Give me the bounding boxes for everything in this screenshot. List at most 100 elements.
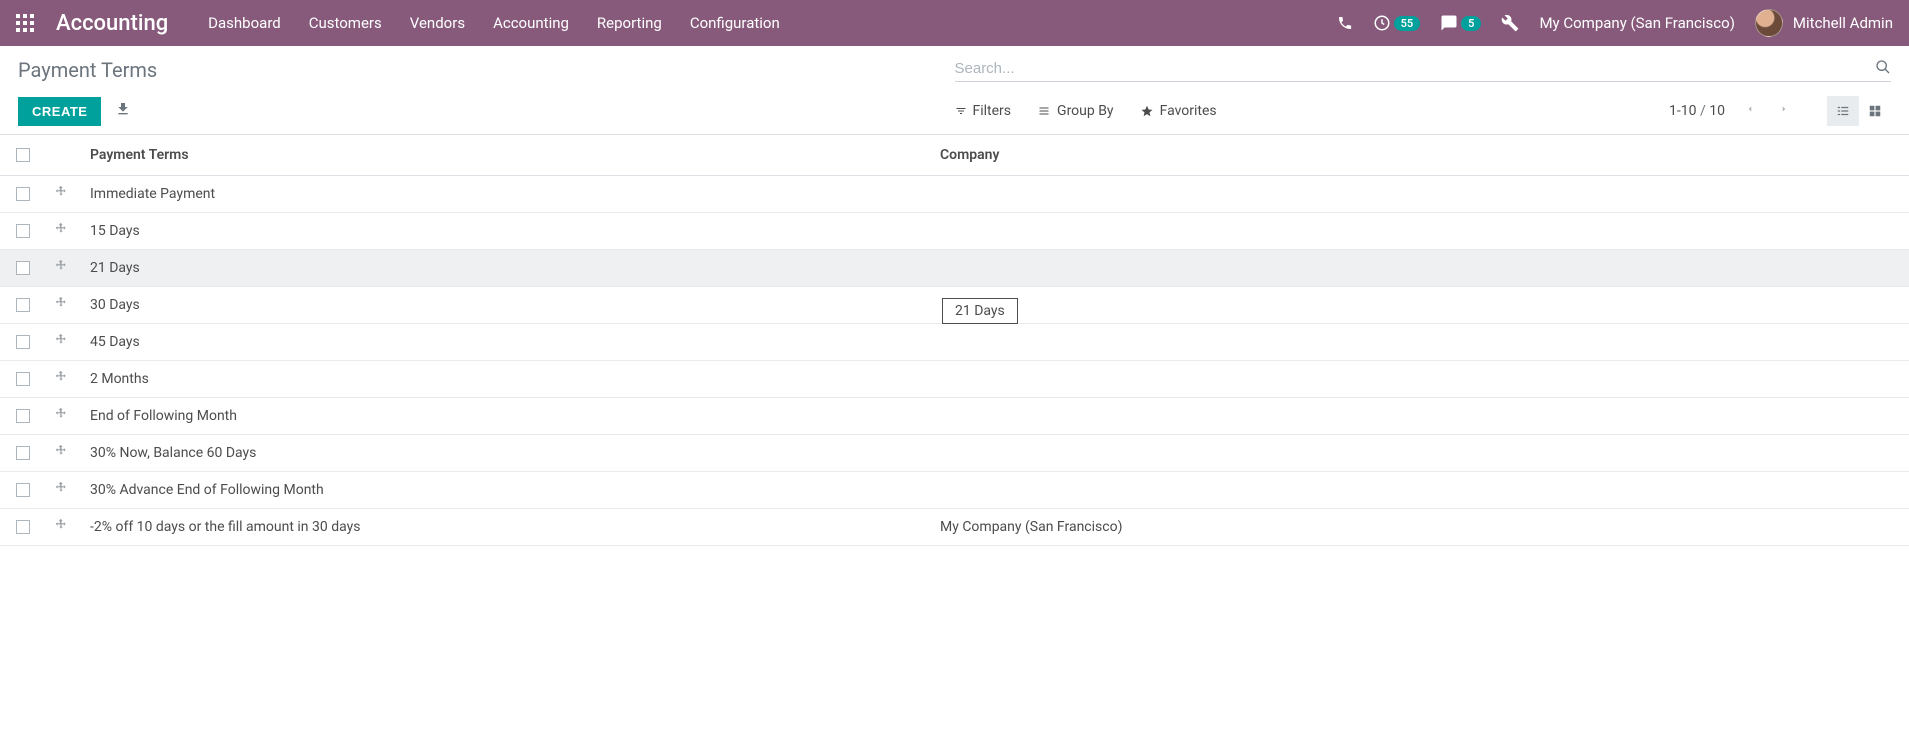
cell-name: 30% Now, Balance 60 Days <box>82 435 932 472</box>
debug-icon[interactable] <box>1501 14 1519 32</box>
nav-configuration[interactable]: Configuration <box>690 14 780 32</box>
nav-accounting[interactable]: Accounting <box>493 14 569 32</box>
drag-handle-icon[interactable] <box>54 372 68 388</box>
pager-sep: / <box>1700 103 1706 119</box>
cell-name: 30% Advance End of Following Month <box>82 472 932 509</box>
table-row[interactable]: 30% Now, Balance 60 Days <box>0 435 1909 472</box>
table-row[interactable]: End of Following Month <box>0 398 1909 435</box>
activity-icon[interactable]: 55 <box>1373 14 1421 32</box>
cell-company <box>932 324 1909 361</box>
groupby-button[interactable]: Group By <box>1037 103 1114 119</box>
nav-dashboard[interactable]: Dashboard <box>208 14 281 32</box>
create-button[interactable]: CREATE <box>18 97 101 126</box>
avatar <box>1755 9 1783 37</box>
cell-name: 21 Days <box>82 250 932 287</box>
company-switcher[interactable]: My Company (San Francisco) <box>1539 14 1734 32</box>
drag-handle-icon[interactable] <box>54 187 68 203</box>
row-checkbox[interactable] <box>16 446 30 460</box>
cell-company <box>932 398 1909 435</box>
list-view-icon <box>1835 104 1851 118</box>
view-switcher <box>1827 96 1891 126</box>
row-checkbox[interactable] <box>16 372 30 386</box>
view-list-button[interactable] <box>1827 96 1859 126</box>
drag-handle-icon[interactable] <box>54 298 68 314</box>
search-icon[interactable] <box>1875 59 1891 79</box>
user-menu[interactable]: Mitchell Admin <box>1755 9 1893 37</box>
pager-range[interactable]: 1-10 <box>1669 103 1696 119</box>
cell-name: 15 Days <box>82 213 932 250</box>
drag-handle-icon[interactable] <box>54 520 68 536</box>
search-bar <box>955 59 1892 82</box>
groupby-label: Group By <box>1057 103 1114 119</box>
row-checkbox[interactable] <box>16 224 30 238</box>
cell-name: 45 Days <box>82 324 932 361</box>
pager-total: 10 <box>1709 103 1725 119</box>
user-name: Mitchell Admin <box>1793 14 1893 32</box>
table-row[interactable]: Immediate Payment <box>0 176 1909 213</box>
list-icon <box>1037 105 1051 117</box>
row-checkbox[interactable] <box>16 409 30 423</box>
table-row[interactable]: -2% off 10 days or the fill amount in 30… <box>0 509 1909 546</box>
table-row[interactable]: 45 Days <box>0 324 1909 361</box>
select-all-checkbox[interactable] <box>16 148 30 162</box>
cell-name: 30 Days <box>82 287 932 324</box>
pager: 1-10 / 10 <box>1669 96 1891 126</box>
row-checkbox[interactable] <box>16 520 30 534</box>
messages-icon[interactable]: 5 <box>1440 14 1481 32</box>
apps-icon[interactable] <box>16 14 34 32</box>
breadcrumb: Payment Terms <box>18 58 157 82</box>
favorites-label: Favorites <box>1160 103 1217 119</box>
drag-handle-icon[interactable] <box>54 335 68 351</box>
drag-handle-icon[interactable] <box>54 261 68 277</box>
pager-next[interactable] <box>1775 98 1793 124</box>
table-row[interactable]: 15 Days <box>0 213 1909 250</box>
favorites-button[interactable]: Favorites <box>1140 103 1217 119</box>
app-brand[interactable]: Accounting <box>56 11 168 36</box>
nav-menu: Dashboard Customers Vendors Accounting R… <box>208 14 780 32</box>
nav-vendors[interactable]: Vendors <box>410 14 465 32</box>
table-row[interactable]: 30% Advance End of Following Month <box>0 472 1909 509</box>
import-icon[interactable] <box>115 101 131 121</box>
cell-company <box>932 250 1909 287</box>
cell-name: End of Following Month <box>82 398 932 435</box>
payment-terms-list: Payment Terms Company Immediate Payment1… <box>0 135 1909 546</box>
filters-label: Filters <box>973 103 1012 119</box>
messages-badge: 5 <box>1461 16 1481 31</box>
nav-customers[interactable]: Customers <box>309 14 382 32</box>
cell-company <box>932 176 1909 213</box>
control-panel: Payment Terms CREATE Filters Group By Fa… <box>0 46 1909 135</box>
table-row[interactable]: 21 Days <box>0 250 1909 287</box>
column-header-company[interactable]: Company <box>932 135 1909 176</box>
row-checkbox[interactable] <box>16 335 30 349</box>
row-checkbox[interactable] <box>16 298 30 312</box>
kanban-view-icon <box>1867 104 1883 118</box>
cell-company <box>932 361 1909 398</box>
filter-icon <box>955 105 967 117</box>
cell-company <box>932 287 1909 324</box>
view-kanban-button[interactable] <box>1859 96 1891 126</box>
star-icon <box>1140 104 1154 118</box>
table-row[interactable]: 2 Months <box>0 361 1909 398</box>
drag-handle-icon[interactable] <box>54 446 68 462</box>
pager-prev[interactable] <box>1741 98 1759 124</box>
nav-right: 55 5 My Company (San Francisco) Mitchell… <box>1337 9 1893 37</box>
drag-handle-icon[interactable] <box>54 224 68 240</box>
column-header-name[interactable]: Payment Terms <box>82 135 932 176</box>
row-checkbox[interactable] <box>16 483 30 497</box>
drag-handle-icon[interactable] <box>54 483 68 499</box>
search-input[interactable] <box>955 60 1876 77</box>
cell-name: Immediate Payment <box>82 176 932 213</box>
cell-name: -2% off 10 days or the fill amount in 30… <box>82 509 932 546</box>
filters-button[interactable]: Filters <box>955 103 1012 119</box>
nav-reporting[interactable]: Reporting <box>597 14 662 32</box>
cell-company <box>932 435 1909 472</box>
cell-company <box>932 472 1909 509</box>
row-checkbox[interactable] <box>16 187 30 201</box>
drag-handle-icon[interactable] <box>54 409 68 425</box>
activity-badge: 55 <box>1394 16 1421 31</box>
cell-name: 2 Months <box>82 361 932 398</box>
row-checkbox[interactable] <box>16 261 30 275</box>
cell-company <box>932 213 1909 250</box>
cell-company: My Company (San Francisco) <box>932 509 1909 546</box>
phone-icon[interactable] <box>1337 15 1353 31</box>
